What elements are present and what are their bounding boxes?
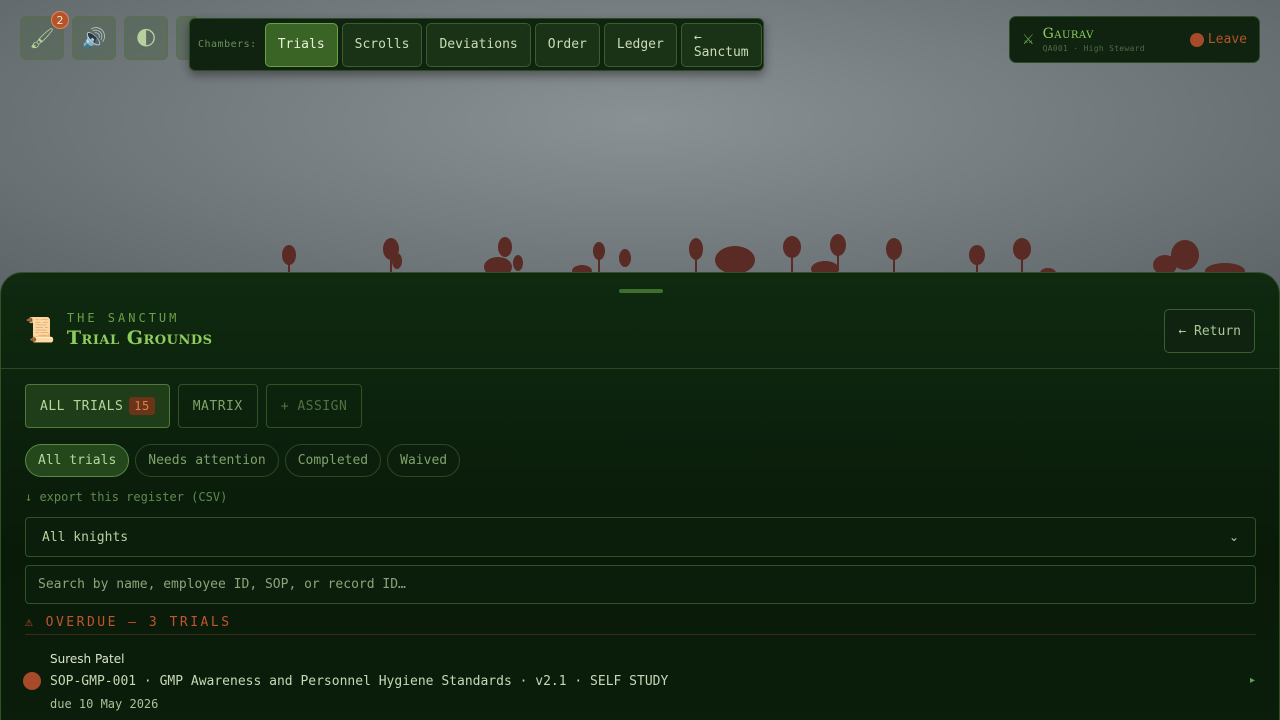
chamber-tab-sanctum[interactable]: ← Sanctum <box>680 22 762 67</box>
status-filters: All trials Needs attention Completed Wai… <box>25 444 461 477</box>
trials-count-badge: 15 <box>129 397 155 415</box>
user-name: Gaurav <box>1042 26 1094 42</box>
trial-grounds-panel: 📜 THE SANCTUM Trial Grounds ← Return ALL… <box>0 272 1280 720</box>
user-info: Gaurav QA001 · High Steward <box>1043 26 1190 53</box>
leave-label: Leave <box>1207 32 1247 47</box>
overdue-divider <box>25 634 1256 635</box>
quill-button[interactable]: 🖌 2 <box>20 11 69 60</box>
filter-completed[interactable]: Completed <box>284 444 382 477</box>
chamber-tab-ledger[interactable]: Ledger <box>603 22 677 67</box>
filter-all-trials[interactable]: All trials <box>25 444 130 477</box>
speaker-icon: 🔊 <box>81 26 107 50</box>
search-input[interactable] <box>25 565 1256 604</box>
filter-waived[interactable]: Waived <box>387 444 461 477</box>
tab-assign[interactable]: + ASSIGN <box>265 384 363 428</box>
scroll-icon: 📜 <box>25 316 55 344</box>
quill-icon: 🖌 <box>29 26 55 50</box>
panel-header: 📜 THE SANCTUM Trial Grounds <box>25 311 213 349</box>
leave-button[interactable]: Leave <box>1189 32 1247 47</box>
trial-knight-name: Suresh Patel <box>50 652 125 666</box>
knight-select[interactable]: All knights ⌄ <box>25 517 1256 557</box>
export-csv-link[interactable]: ↓ export this register (CSV) <box>25 490 227 504</box>
overdue-heading: ⚠ OVERDUE — 3 TRIALS <box>25 615 232 630</box>
sound-toggle-button[interactable]: 🔊 <box>72 16 116 60</box>
leave-dot-icon <box>1189 32 1204 47</box>
chambers-label: Chambers: <box>198 39 257 50</box>
chamber-tab-order[interactable]: Order <box>534 22 600 67</box>
chevron-down-icon: ⌄ <box>1228 530 1239 544</box>
overdue-status-dot <box>23 672 41 690</box>
view-tabs: ALL TRIALS 15 MATRIX + ASSIGN <box>25 384 363 428</box>
return-button[interactable]: ← Return <box>1164 309 1255 353</box>
chamber-tab-trials[interactable]: Trials <box>264 22 338 67</box>
tab-matrix[interactable]: MATRIX <box>177 384 258 428</box>
knight-select-value: All knights <box>42 529 129 545</box>
trial-sop-line: SOP-GMP-001 · GMP Awareness and Personne… <box>50 674 669 689</box>
tab-all-trials[interactable]: ALL TRIALS 15 <box>25 384 170 428</box>
user-role: QA001 · High Steward <box>1042 44 1145 53</box>
chambers-nav: Chambers: Trials Scrolls Deviations Orde… <box>189 18 764 71</box>
tab-all-trials-label: ALL TRIALS <box>40 398 124 414</box>
user-panel: ⚔ Gaurav QA001 · High Steward Leave <box>1009 16 1260 63</box>
page-title: Trial Grounds <box>66 327 213 349</box>
trial-due-date: due 10 May 2026 <box>50 697 159 711</box>
filter-needs-attention[interactable]: Needs attention <box>135 444 279 477</box>
header-divider <box>1 368 1279 369</box>
list-item[interactable]: Suresh Patel SOP-GMP-001 · GMP Awareness… <box>21 649 1261 719</box>
chamber-tab-deviations[interactable]: Deviations <box>426 22 531 67</box>
chamber-tab-scrolls[interactable]: Scrolls <box>341 22 423 67</box>
crossed-swords-icon: ⚔ <box>1022 31 1035 48</box>
panel-kicker: THE SANCTUM <box>66 311 180 325</box>
expand-arrow-icon[interactable]: ▸ <box>1250 675 1255 686</box>
theme-toggle-button[interactable]: 🌓 <box>124 16 168 60</box>
notification-badge: 2 <box>51 11 69 29</box>
half-moon-icon: 🌓 <box>135 26 157 50</box>
drag-handle[interactable] <box>619 289 663 293</box>
